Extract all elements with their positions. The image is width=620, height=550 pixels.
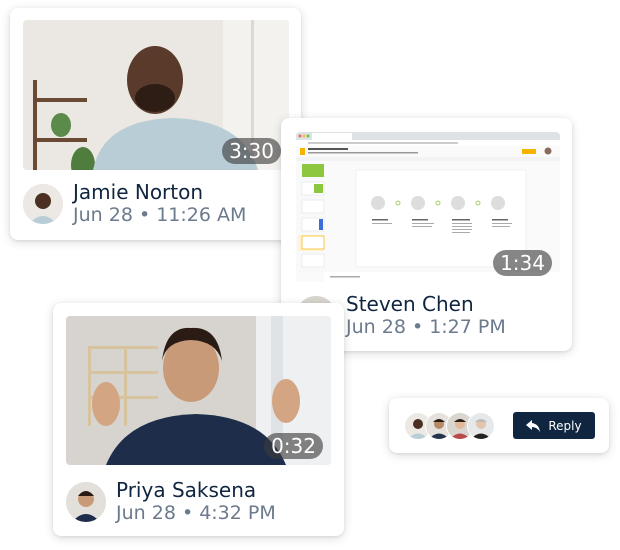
timestamp: Jun 28 • 11:26 AM <box>73 204 247 226</box>
reply-arrow-icon <box>526 419 541 432</box>
video-thumbnail[interactable]: 1:34 <box>296 132 560 282</box>
video-card-jamie[interactable]: 3:30 Jamie Norton Jun 28 • 11:26 AM <box>10 8 301 240</box>
participant-avatar <box>467 412 495 440</box>
author-name: Jamie Norton <box>73 180 204 204</box>
video-thumbnail[interactable]: 0:32 <box>66 316 331 465</box>
author-name: Steven Chen <box>346 292 474 316</box>
timestamp: Jun 28 • 1:27 PM <box>346 316 506 338</box>
reply-button[interactable]: Reply <box>513 412 595 439</box>
avatar <box>66 481 106 522</box>
video-duration: 1:34 <box>493 250 552 276</box>
video-duration: 0:32 <box>264 433 323 459</box>
avatar <box>23 183 63 224</box>
video-card-priya[interactable]: 0:32 Priya Saksena Jun 28 • 4:32 PM <box>53 303 344 536</box>
reply-card: Reply <box>389 398 609 453</box>
author-name: Priya Saksena <box>116 478 257 502</box>
reply-label: Reply <box>548 418 582 433</box>
timestamp: Jun 28 • 4:32 PM <box>116 502 276 524</box>
video-duration: 3:30 <box>222 138 281 164</box>
video-thumbnail[interactable]: 3:30 <box>23 20 289 170</box>
